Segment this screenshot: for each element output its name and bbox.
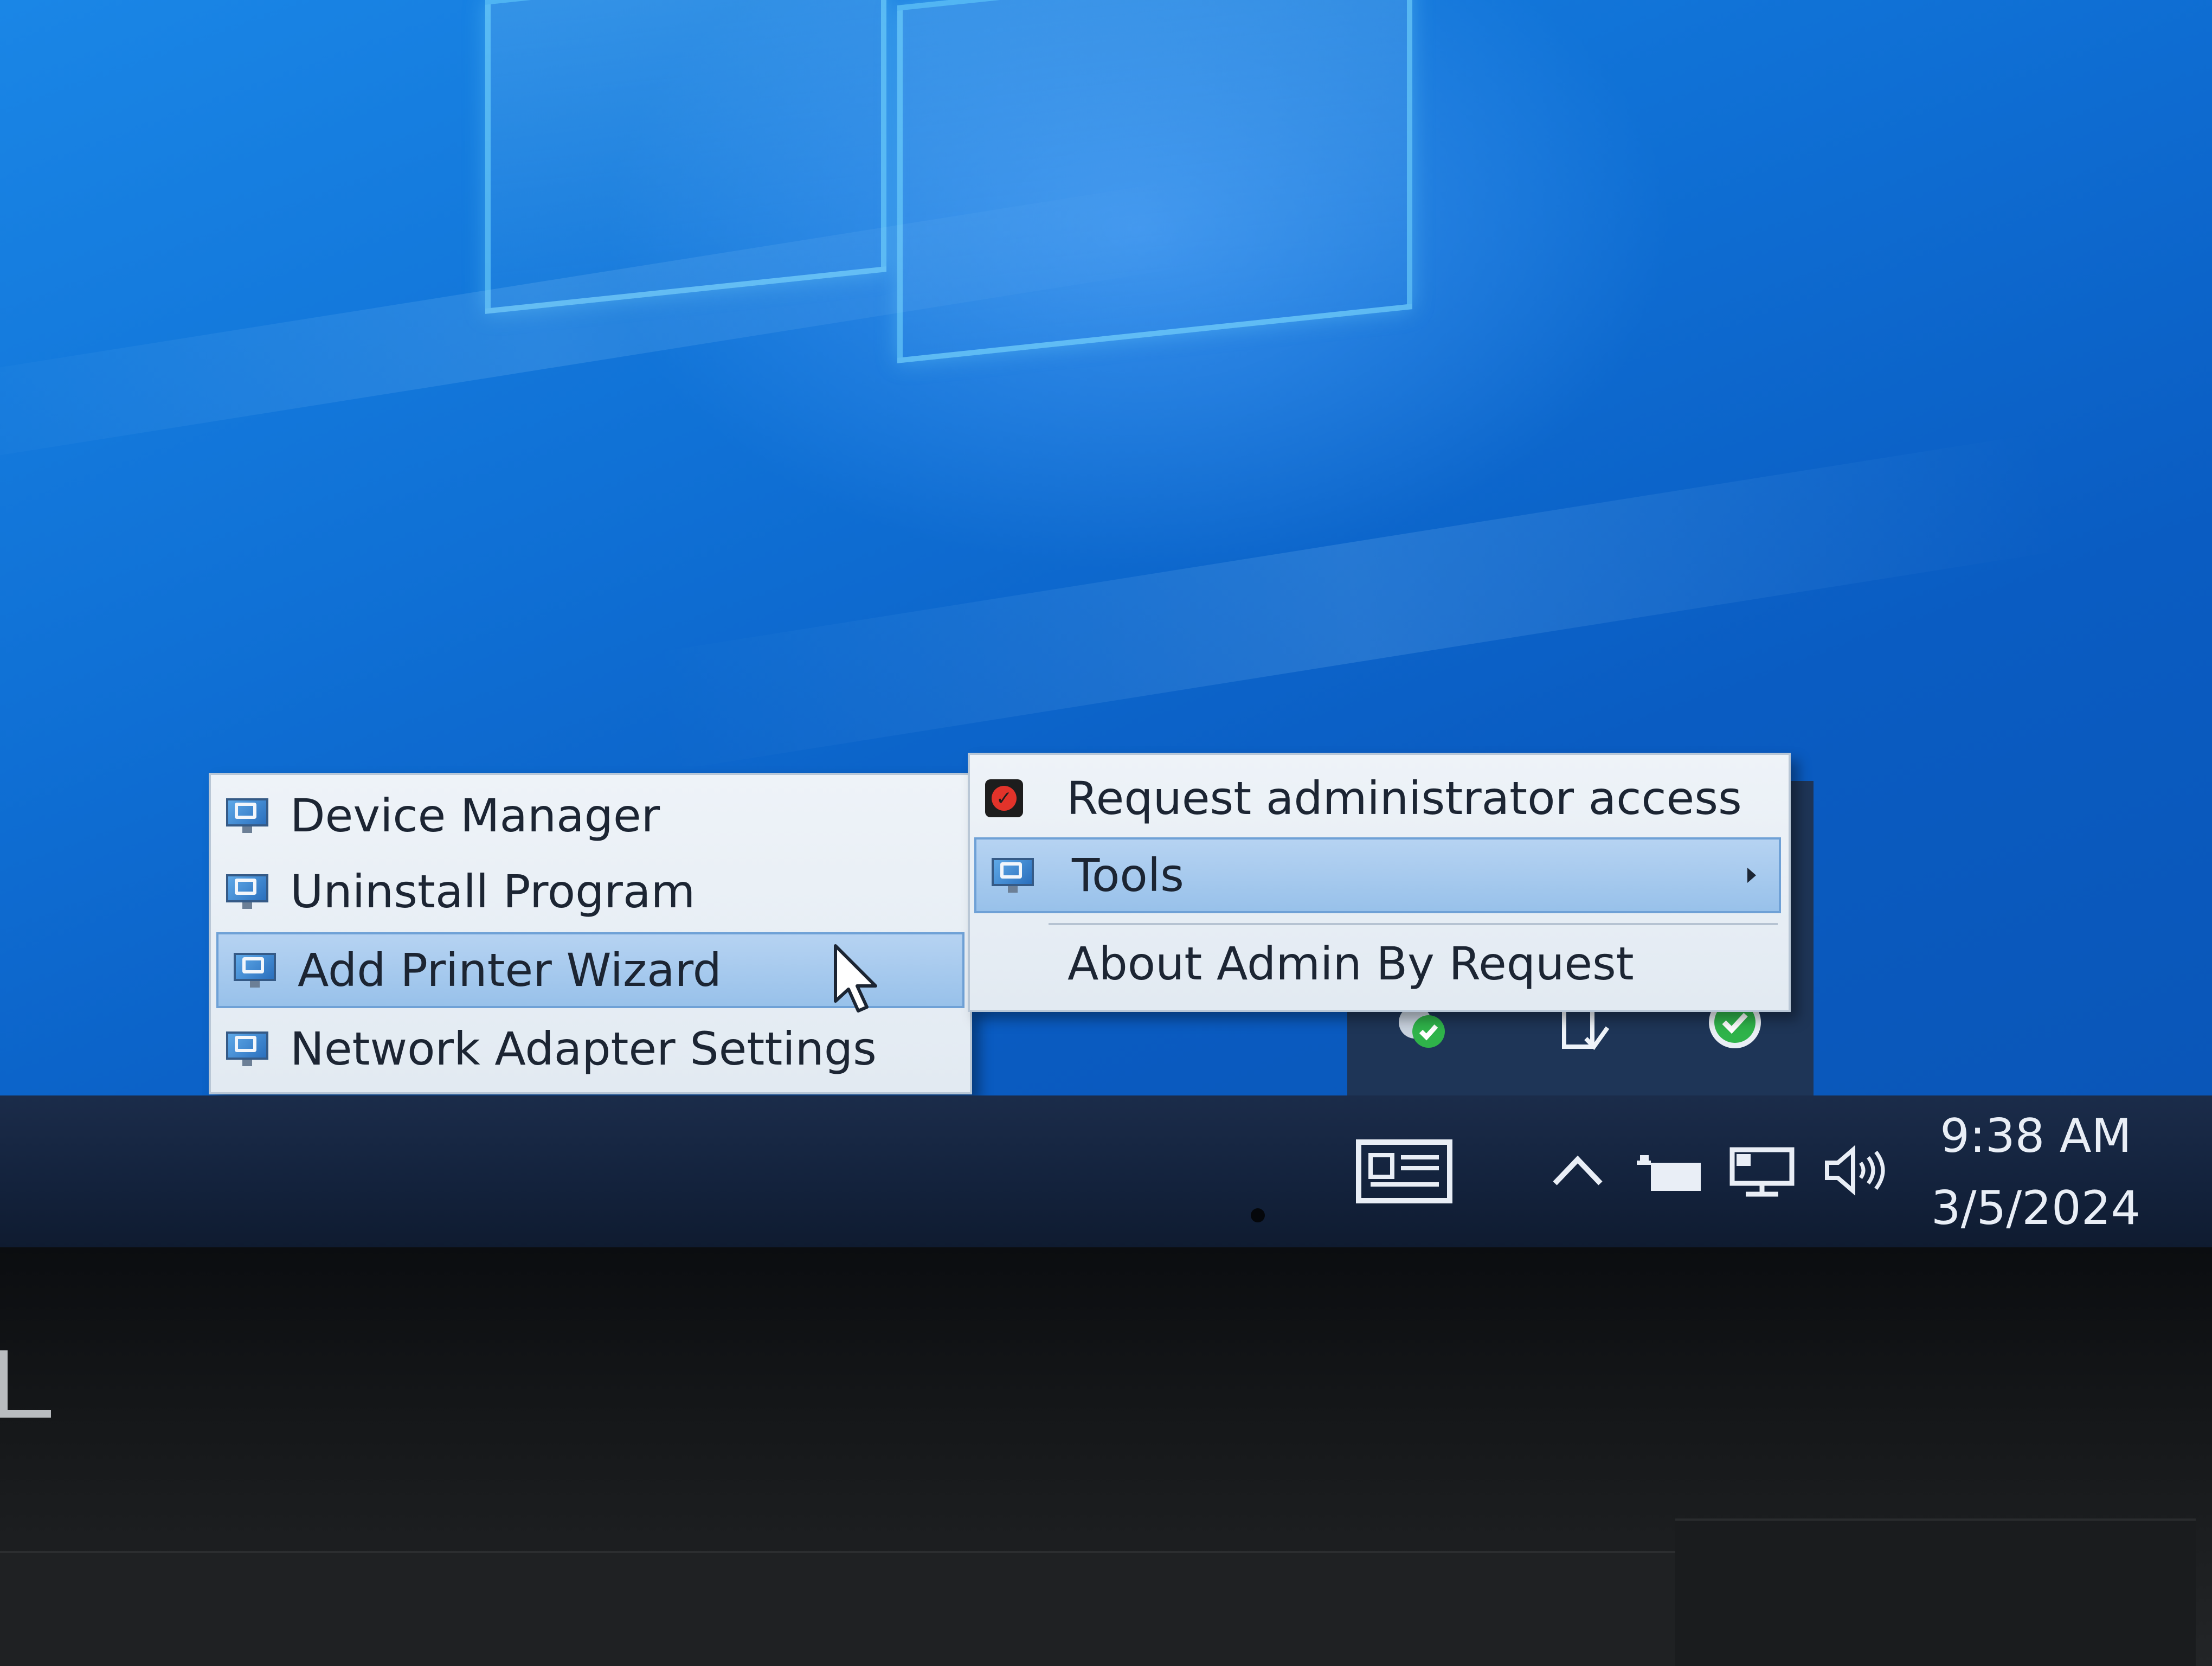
menu-item-label: Add Printer Wizard	[298, 944, 722, 997]
keyboard-key	[1675, 1518, 2196, 1666]
screen-photo: Device Manager Uninstall Program Add Pri…	[0, 0, 2212, 1666]
menu-item-label: Uninstall Program	[290, 865, 696, 918]
clock-time[interactable]: 9:38 AM	[1922, 1109, 2150, 1163]
tools-submenu: Device Manager Uninstall Program Add Pri…	[209, 773, 972, 1094]
menu-item-label: Request administrator access	[1066, 772, 1742, 825]
windows-logo-pane-right	[897, 0, 1412, 363]
volume-icon[interactable]	[1822, 1143, 1887, 1199]
admin-by-request-icon: ✓	[985, 779, 1023, 817]
submenu-arrow-icon	[1747, 868, 1756, 883]
computer-management-icon	[226, 1031, 268, 1066]
menu-item-about-admin-by-request[interactable]: About Admin By Request	[970, 928, 1784, 999]
chevron-up-icon[interactable]	[1551, 1150, 1605, 1195]
menu-item-label: Tools	[1072, 849, 1184, 902]
network-icon[interactable]	[1727, 1144, 1797, 1200]
admin-by-request-tray-menu: ✓ Request administrator access Tools Abo…	[968, 753, 1791, 1012]
menu-item-network-adapter-settings[interactable]: Network Adapter Settings	[211, 1014, 966, 1084]
menu-item-request-admin-access[interactable]: ✓ Request administrator access	[970, 763, 1784, 834]
computer-management-icon	[226, 798, 268, 833]
taskbar	[0, 1095, 2212, 1247]
menu-item-tools[interactable]: Tools	[974, 837, 1781, 913]
menu-item-label: About Admin By Request	[1068, 937, 1634, 990]
wallpaper-light-streak	[650, 432, 2061, 772]
computer-management-icon	[226, 874, 268, 909]
keyboard-key	[0, 1551, 1692, 1666]
news-widget-icon[interactable]	[1355, 1139, 1453, 1206]
bezel-logo-mark	[0, 1350, 51, 1418]
clock-date[interactable]: 3/5/2024	[1922, 1181, 2150, 1235]
mouse-pointer-icon	[834, 944, 877, 1013]
power-plug-icon[interactable]	[1635, 1150, 1705, 1200]
computer-management-icon	[992, 858, 1034, 893]
menu-item-label: Network Adapter Settings	[290, 1022, 877, 1075]
screen-speck	[1251, 1208, 1265, 1222]
menu-item-uninstall-program[interactable]: Uninstall Program	[211, 856, 966, 927]
computer-management-icon	[234, 953, 276, 988]
menu-item-label: Device Manager	[290, 789, 660, 842]
menu-separator	[1049, 923, 1778, 925]
menu-item-device-manager[interactable]: Device Manager	[211, 780, 966, 851]
